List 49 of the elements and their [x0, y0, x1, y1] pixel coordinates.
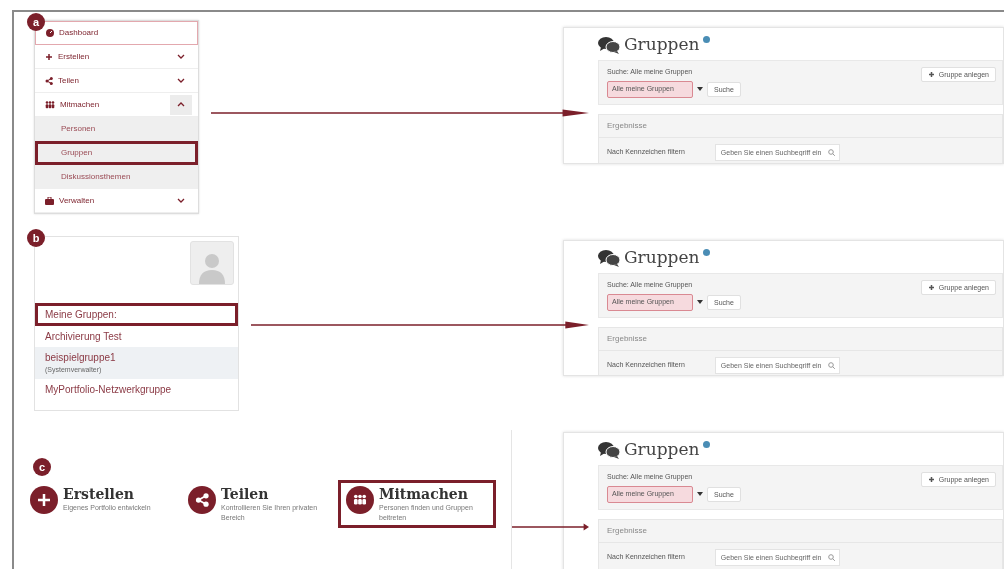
plus-icon — [37, 493, 51, 507]
search-icon — [827, 148, 835, 156]
share-icon — [45, 76, 53, 85]
tile-title: Mitmachen — [379, 486, 469, 503]
person-icon — [197, 252, 227, 284]
people-icon — [45, 99, 55, 110]
chevron-down-icon[interactable] — [177, 54, 185, 59]
menu-item[interactable]: Teilen — [35, 69, 198, 93]
page-title: Gruppen — [624, 36, 700, 53]
section-heading: Meine Gruppen: — [35, 303, 238, 326]
dashboard-icon — [46, 29, 54, 37]
chat-bubbles-icon — [598, 249, 620, 267]
step-badge: b — [27, 229, 45, 247]
tile-title: Erstellen — [63, 486, 136, 503]
caret-icon[interactable] — [697, 492, 703, 496]
info-icon[interactable] — [703, 441, 711, 448]
search-icon — [827, 361, 835, 369]
people-icon — [353, 493, 367, 507]
caret-icon[interactable] — [697, 300, 703, 304]
results-heading: Ergebnisse — [599, 519, 1002, 543]
submenu-item[interactable]: Gruppen — [35, 141, 198, 165]
search-icon — [827, 553, 835, 561]
info-icon[interactable] — [703, 36, 711, 43]
submenu-item[interactable]: Diskussionsthemen — [35, 165, 198, 189]
tile-title: Teilen — [221, 486, 270, 503]
results-heading: Ergebnisse — [599, 114, 1002, 138]
chat-bubbles-icon — [598, 441, 620, 459]
page-title: Gruppen — [624, 249, 700, 266]
share-icon — [195, 493, 209, 507]
chevron-down-icon[interactable] — [177, 78, 185, 83]
chat-bubbles-icon — [598, 36, 620, 54]
page-title: Gruppen — [624, 441, 700, 458]
menu-item[interactable]: Verwalten — [35, 189, 198, 213]
submenu-item[interactable]: Personen — [35, 117, 198, 141]
step-badge: c — [33, 458, 51, 476]
info-icon[interactable] — [703, 249, 711, 256]
menu-item[interactable]: Erstellen — [35, 45, 198, 69]
plus-icon — [45, 52, 53, 61]
caret-icon[interactable] — [697, 87, 703, 91]
briefcase-icon — [45, 196, 54, 205]
chevron-up-icon[interactable] — [177, 102, 185, 107]
results-heading: Ergebnisse — [599, 327, 1002, 351]
group-link[interactable]: Archivierung Test — [35, 326, 238, 347]
group-link[interactable]: MyPortfolio-Netzwerkgruppe — [35, 378, 238, 400]
plus-icon — [927, 284, 935, 291]
step-badge: a — [27, 13, 45, 31]
plus-icon — [927, 476, 935, 483]
plus-icon — [927, 71, 935, 78]
chevron-down-icon[interactable] — [177, 198, 185, 203]
